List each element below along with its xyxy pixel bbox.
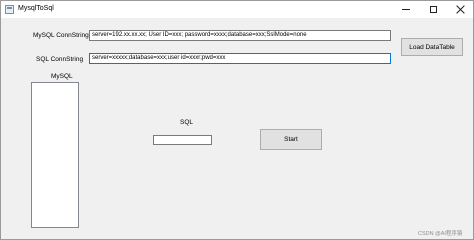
mysql-connstring-input[interactable]: server=192.xx.xx.xx; User ID=xxx; passwo…: [89, 30, 391, 41]
maximize-icon: [429, 6, 437, 13]
sql-field-input[interactable]: [153, 135, 212, 145]
mysql-list-label: MySQL: [51, 73, 73, 80]
close-icon: [456, 5, 465, 14]
mysql-connstring-label: MySQL ConnString: [33, 32, 89, 39]
app-icon: [5, 5, 14, 14]
start-button[interactable]: Start: [260, 129, 322, 150]
sql-connstring-label: SQL ConnString: [36, 56, 84, 63]
minimize-icon: [402, 9, 410, 10]
watermark-text: CSDN @AI程序猿: [418, 231, 463, 237]
title-bar[interactable]: MysqlToSql: [1, 1, 473, 18]
maximize-button[interactable]: [420, 1, 446, 18]
close-button[interactable]: [447, 1, 473, 18]
minimize-button[interactable]: [393, 1, 419, 18]
mysql-table-list[interactable]: [31, 82, 79, 228]
app-window: MysqlToSql MySQL ConnString server=192.x…: [0, 0, 474, 240]
sql-connstring-input[interactable]: server=xxxxx;database=xxx;user id=xxxr;p…: [89, 53, 391, 64]
window-title: MysqlToSql: [18, 5, 54, 12]
sql-field-label: SQL: [180, 119, 194, 126]
load-datatable-button[interactable]: Load DataTable: [401, 38, 463, 56]
